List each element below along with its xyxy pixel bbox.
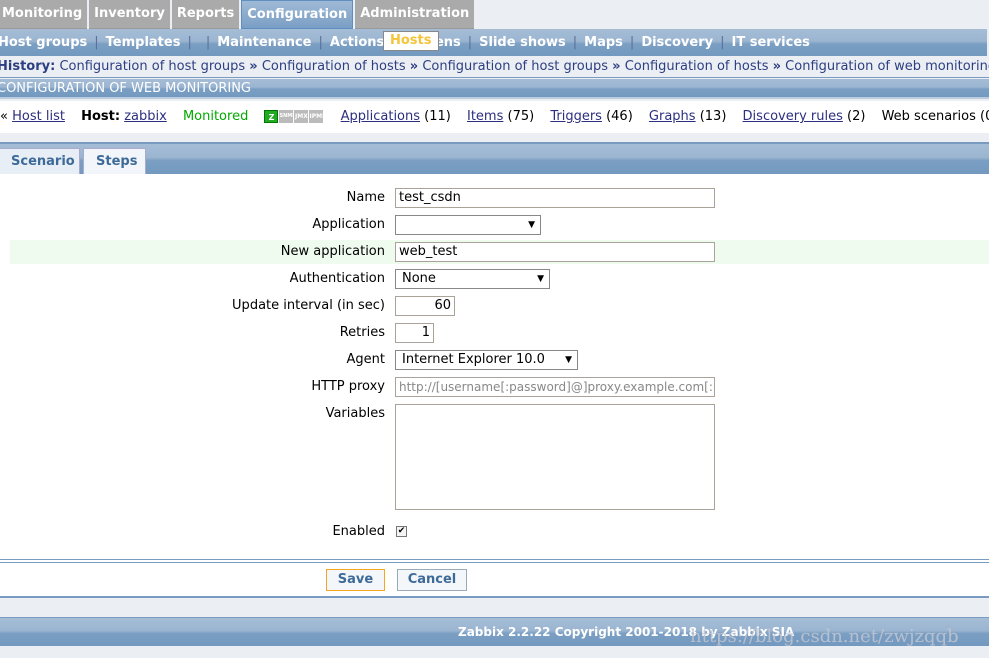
history-item[interactable]: Configuration of hosts: [625, 59, 769, 74]
application-select[interactable]: ▼: [395, 215, 541, 235]
host-info-row: « Host list Host: zabbix Monitored Z SNMP…: [0, 101, 989, 133]
http-proxy-input[interactable]: http://[username[:password]@]proxy.examp…: [395, 377, 715, 397]
sub-menu-templates[interactable]: Templates: [106, 35, 181, 50]
ipmi-icon: IPMI: [309, 110, 324, 123]
top-menu: Monitoring Inventory Reports Configurati…: [0, 0, 476, 29]
top-menu-administration[interactable]: Administration: [355, 0, 475, 29]
enabled-checkbox[interactable]: ✔: [396, 526, 407, 537]
watermark: https://blog.csdn.net/zwjzqqb: [690, 626, 959, 647]
dropdown-arrow-icon: ▼: [537, 274, 544, 284]
sub-menu-slide-shows[interactable]: Slide shows: [479, 35, 566, 50]
history-label: History:: [0, 59, 56, 74]
tab-scenario[interactable]: Scenario: [0, 148, 80, 175]
history-item[interactable]: Configuration of host groups: [59, 59, 245, 74]
authentication-select[interactable]: None ▼: [395, 269, 550, 289]
sub-menu-discovery[interactable]: Discovery: [641, 35, 713, 50]
jmx-icon: JMX: [294, 110, 309, 123]
new-application-input[interactable]: web_test: [395, 242, 715, 262]
zabbix-agent-icon: Z: [264, 110, 279, 123]
top-menu-inventory[interactable]: Inventory: [89, 0, 170, 29]
sub-menu-maintenance[interactable]: Maintenance: [217, 35, 311, 50]
web-scenarios-label: Web scenarios (0): [881, 109, 989, 124]
sub-menu-maps[interactable]: Maps: [584, 35, 623, 50]
applications-link[interactable]: Applications: [341, 109, 420, 124]
agent-select[interactable]: Internet Explorer 10.0 ▼: [395, 350, 578, 370]
history-breadcrumb: History: Configuration of host groups » …: [0, 56, 989, 78]
discovery-rules-link[interactable]: Discovery rules: [743, 109, 843, 124]
tab-bar: Scenario Steps: [0, 142, 989, 175]
tab-steps[interactable]: Steps: [83, 148, 146, 175]
items-link[interactable]: Items: [467, 109, 503, 124]
save-button[interactable]: Save: [326, 569, 385, 591]
cancel-button[interactable]: Cancel: [397, 569, 467, 591]
dropdown-arrow-icon: ▼: [565, 355, 572, 365]
sub-menu-actions[interactable]: Actions: [330, 35, 384, 50]
scenario-form: Name test_csdn Application ▼ New applicati…: [0, 174, 989, 559]
graphs-link[interactable]: Graphs: [649, 109, 696, 124]
top-menu-configuration[interactable]: Configuration: [241, 0, 354, 29]
dropdown-arrow-icon: ▼: [528, 220, 535, 230]
top-menu-reports[interactable]: Reports: [171, 0, 240, 29]
host-link[interactable]: zabbix: [124, 109, 167, 124]
sub-menu-host-groups[interactable]: Host groups: [0, 35, 87, 50]
availability-icons: Z SNMPJMX IPMI: [264, 109, 328, 124]
sub-menu-hosts[interactable]: Hosts: [383, 31, 439, 51]
button-row: Save Cancel: [0, 563, 989, 598]
retries-input[interactable]: 1: [395, 323, 434, 343]
host-list-link[interactable]: Host list: [12, 109, 65, 124]
host-status: Monitored: [182, 109, 249, 124]
top-menu-monitoring[interactable]: Monitoring: [0, 0, 88, 29]
update-interval-input[interactable]: 60: [395, 296, 455, 316]
history-item[interactable]: Configuration of host groups: [422, 59, 608, 74]
history-item[interactable]: Configuration of hosts: [262, 59, 406, 74]
history-item[interactable]: Configuration of web monitoring: [785, 59, 989, 74]
snmp-icon: SNMP: [279, 110, 296, 123]
sub-menu-it-services[interactable]: IT services: [732, 35, 810, 50]
name-input[interactable]: test_csdn: [395, 188, 715, 208]
variables-textarea[interactable]: [395, 404, 715, 510]
page-title: CONFIGURATION OF WEB MONITORING: [0, 79, 989, 99]
sub-menu: Host groups | Templates | Hosts | Maintenance |…: [0, 29, 987, 56]
triggers-link[interactable]: Triggers: [550, 109, 602, 124]
